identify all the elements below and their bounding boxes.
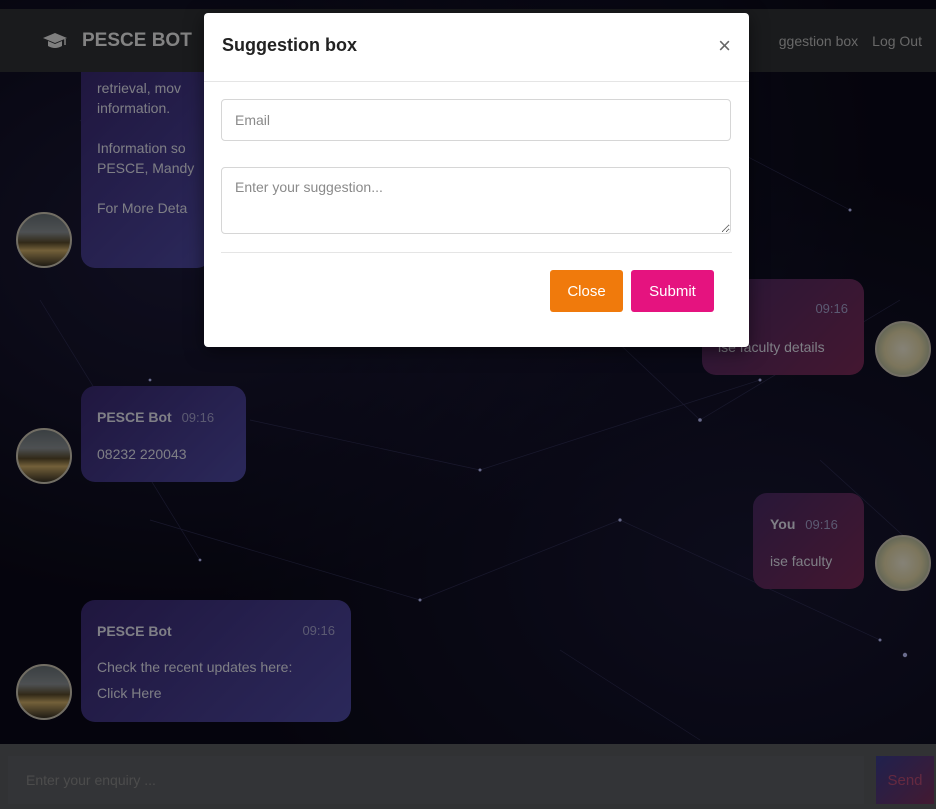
close-icon[interactable]: × bbox=[718, 33, 731, 59]
suggestion-textarea[interactable] bbox=[221, 167, 731, 234]
email-field[interactable] bbox=[221, 99, 731, 141]
submit-button[interactable]: Submit bbox=[631, 270, 714, 312]
suggestion-modal: Suggestion box × Close Submit bbox=[204, 13, 749, 347]
modal-divider bbox=[204, 81, 749, 82]
modal-title: Suggestion box bbox=[222, 35, 357, 55]
modal-divider bbox=[221, 252, 732, 253]
close-button[interactable]: Close bbox=[550, 270, 623, 312]
